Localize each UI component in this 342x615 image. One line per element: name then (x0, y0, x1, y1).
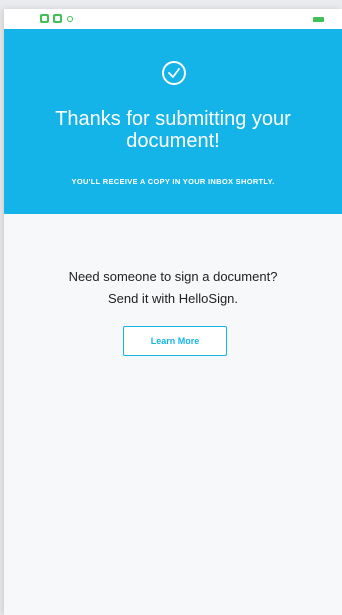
learn-more-button[interactable]: Learn More (123, 326, 227, 356)
checkmark-circle-icon (162, 61, 186, 85)
confirmation-subtitle: YOU'LL RECEIVE A COPY IN YOUR INBOX SHOR… (71, 177, 275, 186)
sync-icon (67, 15, 73, 22)
battery-icon (313, 17, 324, 22)
confirmation-title: Thanks for submitting your document! (55, 108, 291, 152)
message-icon (53, 14, 62, 23)
app-window: Thanks for submitting your document! YOU… (4, 9, 342, 615)
status-icons (40, 14, 73, 23)
confirmation-banner: Thanks for submitting your document! YOU… (4, 29, 342, 214)
status-bar (4, 9, 342, 29)
promo-tagline: Send it with HelloSign. (107, 291, 239, 306)
promo-question: Need someone to sign a document? (68, 269, 278, 284)
notification-icon (40, 14, 49, 23)
